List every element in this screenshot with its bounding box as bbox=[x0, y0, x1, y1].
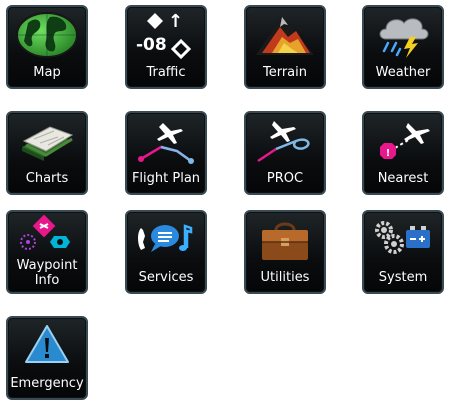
services-icon bbox=[133, 216, 199, 264]
traffic-icon: ↑ -08 bbox=[133, 11, 199, 59]
terrain-button[interactable]: Terrain bbox=[244, 5, 326, 89]
system-label: System bbox=[378, 270, 428, 285]
storm-cloud-icon bbox=[370, 11, 436, 59]
waypoint-icon bbox=[14, 214, 80, 262]
nearest-label: Nearest bbox=[377, 171, 429, 186]
flight-plan-button[interactable]: Flight Plan bbox=[125, 111, 207, 195]
traffic-button[interactable]: ↑ -08 Traffic bbox=[125, 5, 207, 89]
utilities-button[interactable]: Utilities bbox=[244, 210, 326, 294]
services-button[interactable]: Services bbox=[125, 210, 207, 294]
waypoint-info-button[interactable]: Waypoint Info bbox=[6, 210, 88, 294]
svg-text:!: ! bbox=[386, 148, 391, 159]
traffic-label: Traffic bbox=[146, 65, 186, 80]
flight-plan-label: Flight Plan bbox=[131, 171, 201, 186]
map-label: Map bbox=[33, 65, 61, 80]
system-button[interactable]: System bbox=[362, 210, 444, 294]
waypoint-label-line1: Waypoint bbox=[16, 258, 78, 273]
charts-label: Charts bbox=[25, 171, 69, 186]
flight-plan-icon bbox=[133, 117, 199, 165]
nearest-icon: ! bbox=[370, 117, 436, 165]
nearest-button[interactable]: ! Nearest bbox=[362, 111, 444, 195]
gears-battery-icon bbox=[370, 216, 436, 264]
globe-icon bbox=[14, 11, 80, 59]
warning-triangle-icon bbox=[14, 322, 80, 370]
proc-label: PROC bbox=[266, 171, 304, 186]
emergency-label: Emergency bbox=[10, 376, 84, 391]
charts-icon bbox=[14, 117, 80, 165]
waypoint-info-label: Waypoint Info bbox=[8, 258, 86, 288]
toolbox-icon bbox=[252, 216, 318, 264]
emergency-button[interactable]: Emergency bbox=[6, 316, 88, 400]
weather-button[interactable]: Weather bbox=[362, 5, 444, 89]
map-button[interactable]: Map bbox=[6, 5, 88, 89]
terrain-label: Terrain bbox=[262, 65, 307, 80]
weather-label: Weather bbox=[375, 65, 431, 80]
procedure-icon bbox=[252, 117, 318, 165]
services-label: Services bbox=[138, 270, 194, 285]
traffic-altitude: -08 bbox=[136, 35, 167, 55]
charts-button[interactable]: Charts bbox=[6, 111, 88, 195]
traffic-arrow: ↑ bbox=[168, 11, 184, 32]
waypoint-label-line2: Info bbox=[34, 273, 60, 288]
utilities-label: Utilities bbox=[260, 270, 310, 285]
proc-button[interactable]: PROC bbox=[244, 111, 326, 195]
mountain-icon bbox=[252, 11, 318, 59]
